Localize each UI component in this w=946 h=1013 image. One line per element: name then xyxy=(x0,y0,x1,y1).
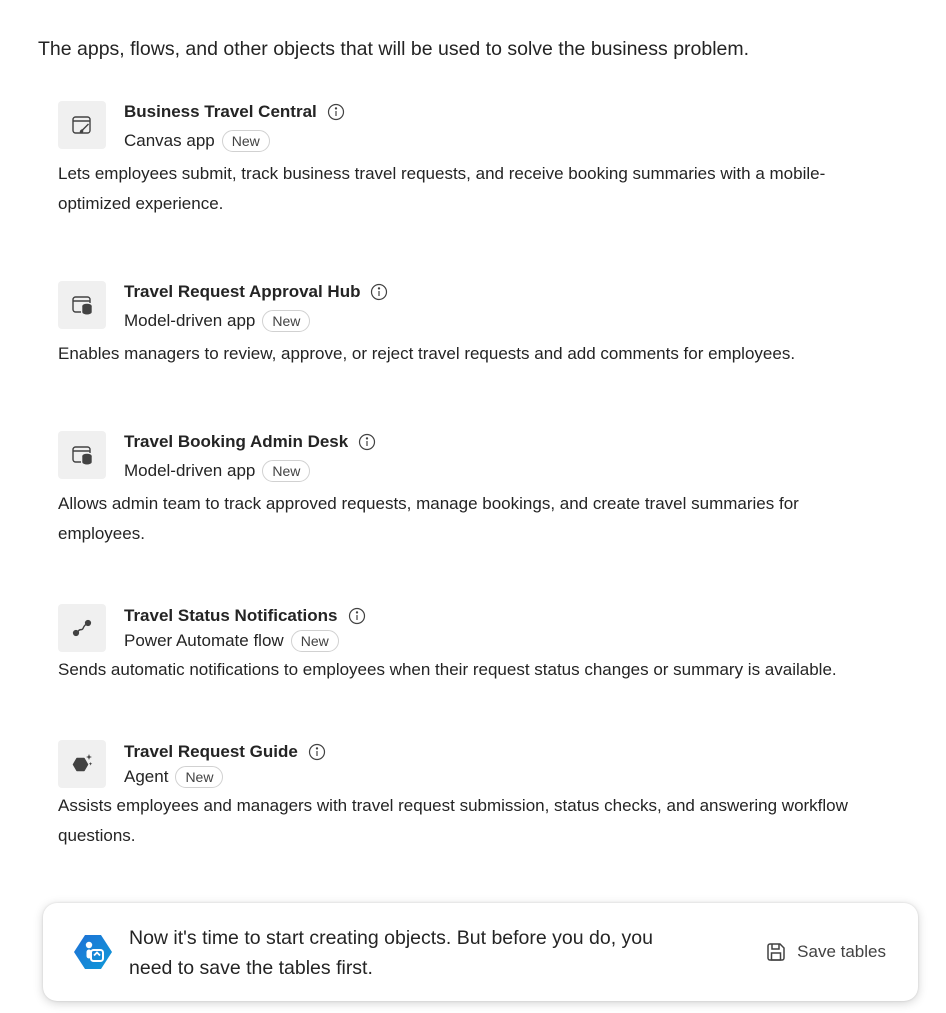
object-type: Power Automate flow xyxy=(124,631,284,650)
model-driven-app-icon xyxy=(58,281,106,329)
object-description-line: Lets employees submit, track business tr… xyxy=(58,164,826,183)
object-title: Business Travel Central xyxy=(124,102,317,121)
new-badge: New xyxy=(221,130,270,152)
info-icon[interactable] xyxy=(358,433,376,451)
new-badge: New xyxy=(290,630,339,652)
object-description: Assists employees and managers with trav… xyxy=(58,791,888,851)
object-title: Travel Status Notifications xyxy=(124,606,338,625)
object-description: Enables managers to review, approve, or … xyxy=(58,339,888,369)
save-icon xyxy=(767,943,785,961)
object-title: Travel Booking Admin Desk xyxy=(124,432,349,451)
object-title: Travel Request Guide xyxy=(124,742,298,761)
toast-message-line: Now it's time to start creating objects.… xyxy=(129,927,653,949)
object-description-line: Allows admin team to track approved requ… xyxy=(58,494,799,513)
object-description-line: optimized experience. xyxy=(58,194,224,213)
new-badge: New xyxy=(262,310,311,332)
intro-text: The apps, flows, and other objects that … xyxy=(38,38,750,60)
save-tables-button[interactable]: Save tables xyxy=(757,936,894,968)
agent-icon xyxy=(58,740,106,788)
info-icon[interactable] xyxy=(348,607,366,625)
new-badge: New xyxy=(262,460,311,482)
canvas-app-icon xyxy=(58,101,106,149)
info-icon[interactable] xyxy=(327,103,345,121)
object-description: Sends automatic notifications to employe… xyxy=(58,655,888,685)
model-driven-app-icon xyxy=(58,431,106,479)
info-icon[interactable] xyxy=(370,283,388,301)
object-type: Model-driven app xyxy=(124,311,256,330)
object-type: Canvas app xyxy=(124,131,215,150)
object-description-line: Assists employees and managers with trav… xyxy=(58,796,848,815)
toast-message-line: need to save the tables first. xyxy=(129,957,373,979)
save-tables-label: Save tables xyxy=(797,942,886,961)
copilot-icon xyxy=(74,935,112,969)
object-description-line: Sends automatic notifications to employe… xyxy=(58,660,837,679)
info-icon[interactable] xyxy=(308,743,326,761)
object-type: Agent xyxy=(124,767,169,786)
object-description-line: questions. xyxy=(58,826,136,845)
flow-icon xyxy=(58,604,106,652)
object-description: Lets employees submit, track business tr… xyxy=(58,159,888,219)
object-description: Allows admin team to track approved requ… xyxy=(58,489,888,549)
object-type: Model-driven app xyxy=(124,461,256,480)
object-description-line: Enables managers to review, approve, or … xyxy=(58,344,796,363)
save-tables-toast: Now it's time to start creating objects.… xyxy=(43,903,918,1001)
toast-message: Now it's time to start creating objects.… xyxy=(129,923,729,983)
object-description-line: employees. xyxy=(58,524,145,543)
new-badge: New xyxy=(175,766,224,788)
object-title: Travel Request Approval Hub xyxy=(124,282,361,301)
